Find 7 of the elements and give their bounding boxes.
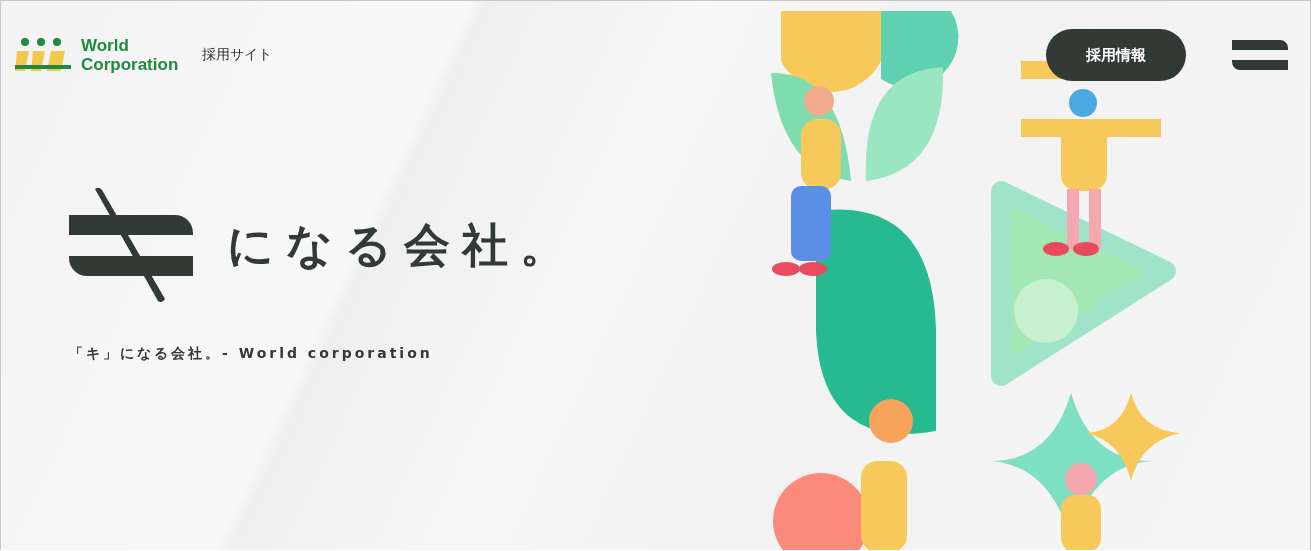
ki-mark-icon [69, 187, 193, 305]
site-label: 採用サイト [202, 46, 273, 64]
menu-icon[interactable] [1232, 40, 1288, 70]
hero-tagline: になる会社。 [227, 217, 578, 274]
company-name: World Corporation [81, 36, 179, 74]
recruit-info-button[interactable]: 採用情報 [1046, 29, 1186, 81]
hero-subtitle: 「キ」になる会社。- World corporation [69, 345, 434, 363]
